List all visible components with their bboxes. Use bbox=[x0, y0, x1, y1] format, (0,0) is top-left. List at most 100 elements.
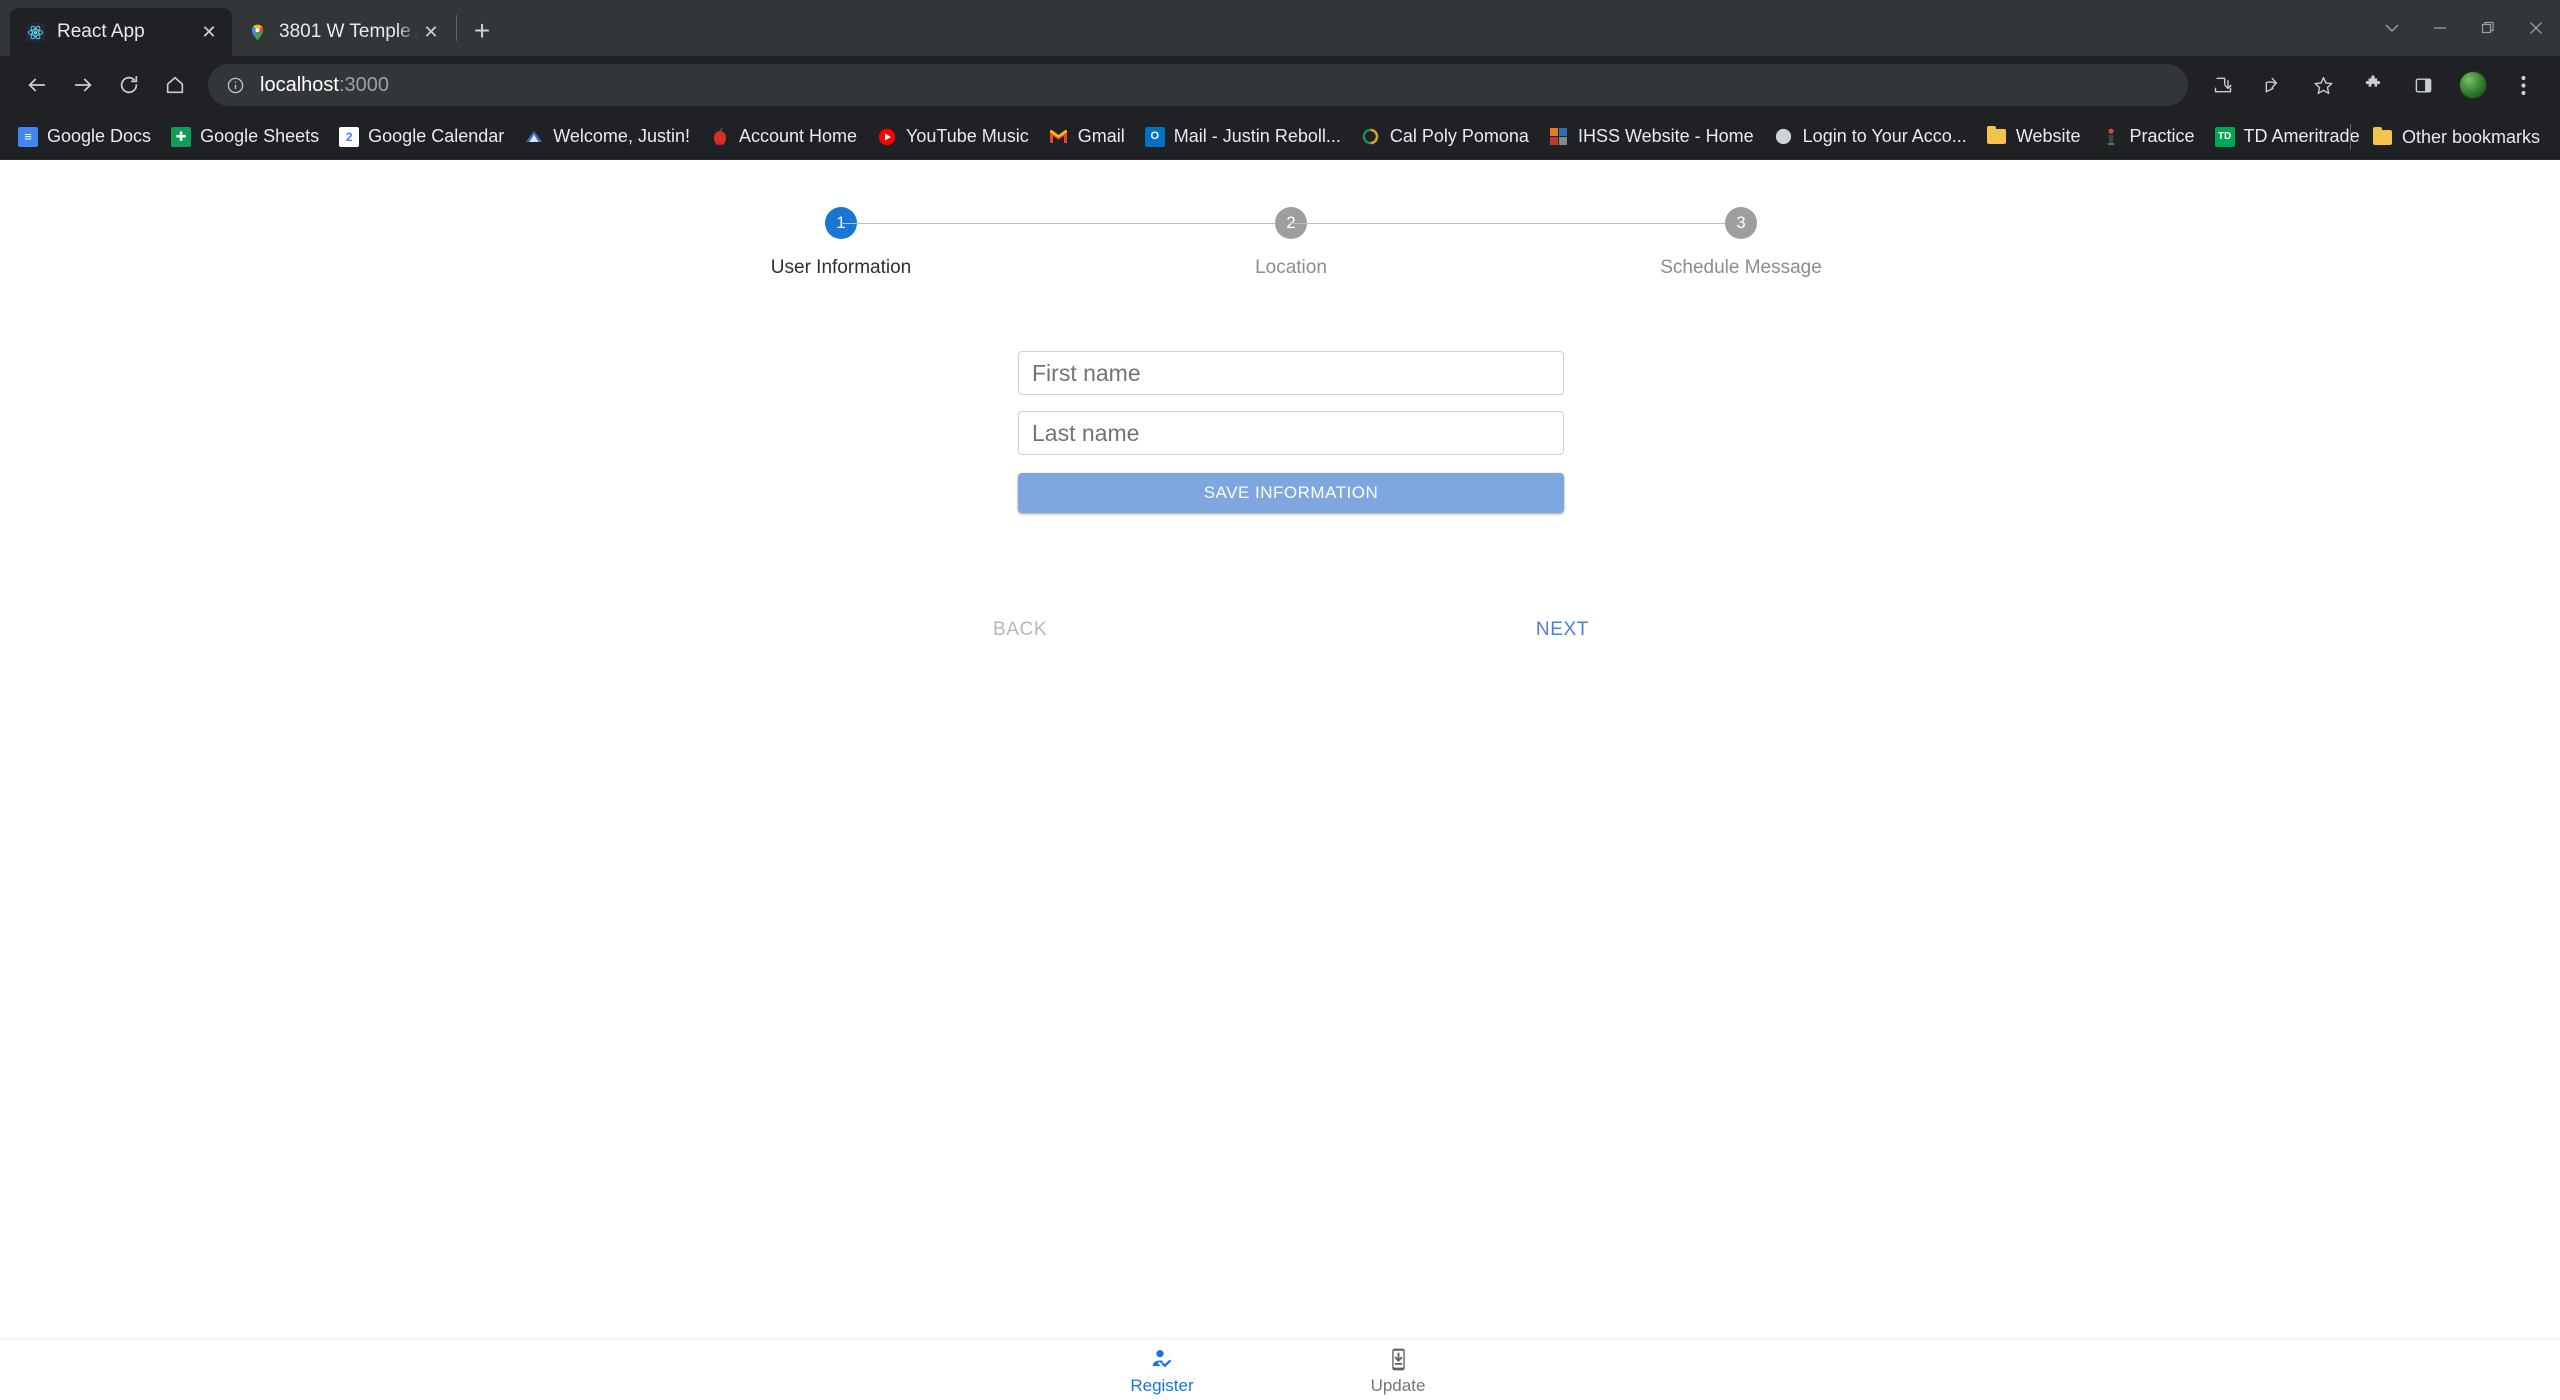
bookmarks-bar: ≡ Google Docs ✚ Google Sheets 2 Google C… bbox=[0, 114, 2560, 160]
browser-window: React App ✕ 3801 W Temple Ave, Pomona, C… bbox=[0, 0, 2560, 1400]
back-button[interactable]: BACK bbox=[981, 613, 1059, 647]
stepper-connector bbox=[841, 223, 1291, 224]
browser-tab-react-app[interactable]: React App ✕ bbox=[10, 8, 232, 56]
bookmark-practice[interactable]: Practice bbox=[2091, 120, 2205, 154]
star-icon[interactable] bbox=[2300, 62, 2346, 108]
bookmark-td-ameritrade[interactable]: TD TD Ameritrade bbox=[2205, 120, 2370, 154]
mountain-icon bbox=[524, 127, 544, 147]
address-bar-url: localhost:3000 bbox=[260, 74, 389, 97]
react-icon bbox=[26, 22, 45, 42]
gmail-icon bbox=[1049, 127, 1069, 147]
bookmark-folder-website[interactable]: Website bbox=[1977, 120, 2091, 154]
globe-icon bbox=[1774, 127, 1794, 147]
bookmark-welcome-justin[interactable]: Welcome, Justin! bbox=[514, 120, 700, 154]
bookmark-label: Google Docs bbox=[47, 126, 152, 146]
wizard-navigation: BACK NEXT bbox=[981, 613, 1601, 647]
three-dot-menu-icon[interactable] bbox=[2500, 62, 2546, 108]
bookmark-ihss-website[interactable]: IHSS Website - Home bbox=[1539, 120, 1764, 154]
bottom-navigation: Register Update bbox=[0, 1340, 2560, 1400]
toolbar-actions bbox=[2200, 62, 2546, 108]
person-check-icon bbox=[1150, 1346, 1175, 1372]
minimize-icon[interactable] bbox=[2416, 2, 2464, 54]
folder-icon bbox=[2373, 126, 2393, 147]
step-label: Location bbox=[1255, 257, 1327, 278]
bookmark-label: Mail - Justin Reboll... bbox=[1173, 126, 1341, 146]
close-icon[interactable] bbox=[2512, 2, 2560, 54]
tab-divider bbox=[456, 15, 457, 41]
puzzle-icon[interactable] bbox=[2350, 62, 2396, 108]
step-label: User Information bbox=[770, 257, 912, 278]
avatar bbox=[2459, 71, 2487, 99]
google-docs-icon: ≡ bbox=[18, 126, 38, 147]
install-app-icon[interactable] bbox=[2200, 62, 2246, 108]
step-label: Schedule Message bbox=[1660, 257, 1822, 278]
home-icon[interactable] bbox=[152, 62, 198, 108]
next-button[interactable]: NEXT bbox=[1524, 613, 1601, 647]
info-icon bbox=[222, 72, 248, 98]
youtube-music-icon bbox=[877, 127, 897, 147]
profile-avatar[interactable] bbox=[2450, 62, 2496, 108]
browser-toolbar: localhost:3000 bbox=[0, 56, 2560, 114]
tab-search-icon[interactable] bbox=[2368, 2, 2416, 54]
bookmark-label: TD Ameritrade bbox=[2243, 126, 2360, 146]
bookmark-cal-poly-pomona[interactable]: Cal Poly Pomona bbox=[1351, 120, 1539, 154]
bookmark-gmail[interactable]: Gmail bbox=[1039, 120, 1135, 154]
google-calendar-icon: 2 bbox=[339, 126, 360, 147]
outlook-icon: O bbox=[1144, 126, 1165, 147]
forward-arrow-icon[interactable] bbox=[60, 62, 106, 108]
url-host: localhost bbox=[260, 73, 339, 96]
td-ameritrade-icon: TD bbox=[2214, 126, 2235, 147]
bookmark-login-account[interactable]: Login to Your Acco... bbox=[1764, 120, 1977, 154]
window-controls bbox=[2368, 0, 2560, 56]
bottom-nav-label: Update bbox=[1370, 1376, 1426, 1395]
bookmark-label: Google Calendar bbox=[368, 126, 505, 146]
tab-title: 3801 W Temple Ave, Pomona, CA bbox=[279, 21, 418, 42]
new-tab-button[interactable]: + bbox=[459, 8, 505, 54]
google-maps-icon bbox=[248, 23, 267, 42]
share-icon[interactable] bbox=[2250, 62, 2296, 108]
bookmark-label: Practice bbox=[2129, 126, 2195, 146]
tab-strip: React App ✕ 3801 W Temple Ave, Pomona, C… bbox=[0, 0, 2560, 56]
stepper-connector bbox=[1291, 223, 1741, 224]
bookmark-label: Cal Poly Pomona bbox=[1389, 126, 1529, 146]
address-bar[interactable]: localhost:3000 bbox=[208, 64, 2188, 106]
bookmark-label: YouTube Music bbox=[906, 126, 1029, 146]
bookmark-google-calendar[interactable]: 2 Google Calendar bbox=[329, 120, 514, 154]
bookmark-label: Google Sheets bbox=[200, 126, 320, 146]
close-icon[interactable]: ✕ bbox=[196, 19, 222, 45]
other-bookmarks-label: Other bookmarks bbox=[2401, 126, 2540, 147]
bookmark-label: Login to Your Acco... bbox=[1802, 126, 1967, 146]
tab-title: React App bbox=[57, 21, 145, 42]
bookmark-google-docs[interactable]: ≡ Google Docs bbox=[8, 120, 161, 154]
other-bookmarks-button[interactable]: Other bookmarks bbox=[2363, 120, 2550, 154]
google-sheets-icon: ✚ bbox=[171, 126, 192, 147]
browser-tab-maps[interactable]: 3801 W Temple Ave, Pomona, CA ✕ bbox=[232, 8, 454, 56]
page-content: 1 User Information 2 Location 3 Schedule… bbox=[0, 160, 2560, 1400]
other-bookmarks-group: Other bookmarks bbox=[2349, 114, 2550, 160]
apple-icon bbox=[710, 127, 730, 147]
bottom-nav-label: Register bbox=[1130, 1376, 1194, 1395]
back-arrow-icon[interactable] bbox=[14, 62, 60, 108]
first-name-input[interactable] bbox=[1018, 351, 1564, 395]
save-information-button[interactable]: SAVE INFORMATION bbox=[1018, 473, 1564, 513]
bottom-nav-item-update[interactable]: Update bbox=[1323, 1344, 1473, 1396]
url-port: :3000 bbox=[338, 73, 389, 96]
maximize-icon[interactable] bbox=[2464, 2, 2512, 54]
bookmark-google-sheets[interactable]: ✚ Google Sheets bbox=[161, 120, 329, 154]
user-information-form: SAVE INFORMATION bbox=[1018, 351, 1564, 513]
bookmark-youtube-music[interactable]: YouTube Music bbox=[867, 120, 1039, 154]
bottom-nav-item-register[interactable]: Register bbox=[1087, 1344, 1237, 1396]
phone-download-icon bbox=[1386, 1346, 1411, 1372]
last-name-input[interactable] bbox=[1018, 411, 1564, 455]
bookmark-label: Account Home bbox=[738, 126, 858, 146]
ihss-icon bbox=[1549, 127, 1569, 147]
stepper: 1 User Information 2 Location 3 Schedule… bbox=[771, 160, 1822, 279]
bookmark-account-home[interactable]: Account Home bbox=[700, 120, 867, 154]
bookmark-outlook-mail[interactable]: O Mail - Justin Reboll... bbox=[1135, 120, 1351, 154]
bookmarks-divider bbox=[2349, 124, 2351, 150]
close-icon[interactable]: ✕ bbox=[418, 19, 444, 45]
reload-icon[interactable] bbox=[106, 62, 152, 108]
step-number-badge: 3 bbox=[1725, 207, 1757, 239]
bookmark-pin-icon bbox=[2101, 127, 2121, 147]
side-panel-icon[interactable] bbox=[2400, 62, 2446, 108]
